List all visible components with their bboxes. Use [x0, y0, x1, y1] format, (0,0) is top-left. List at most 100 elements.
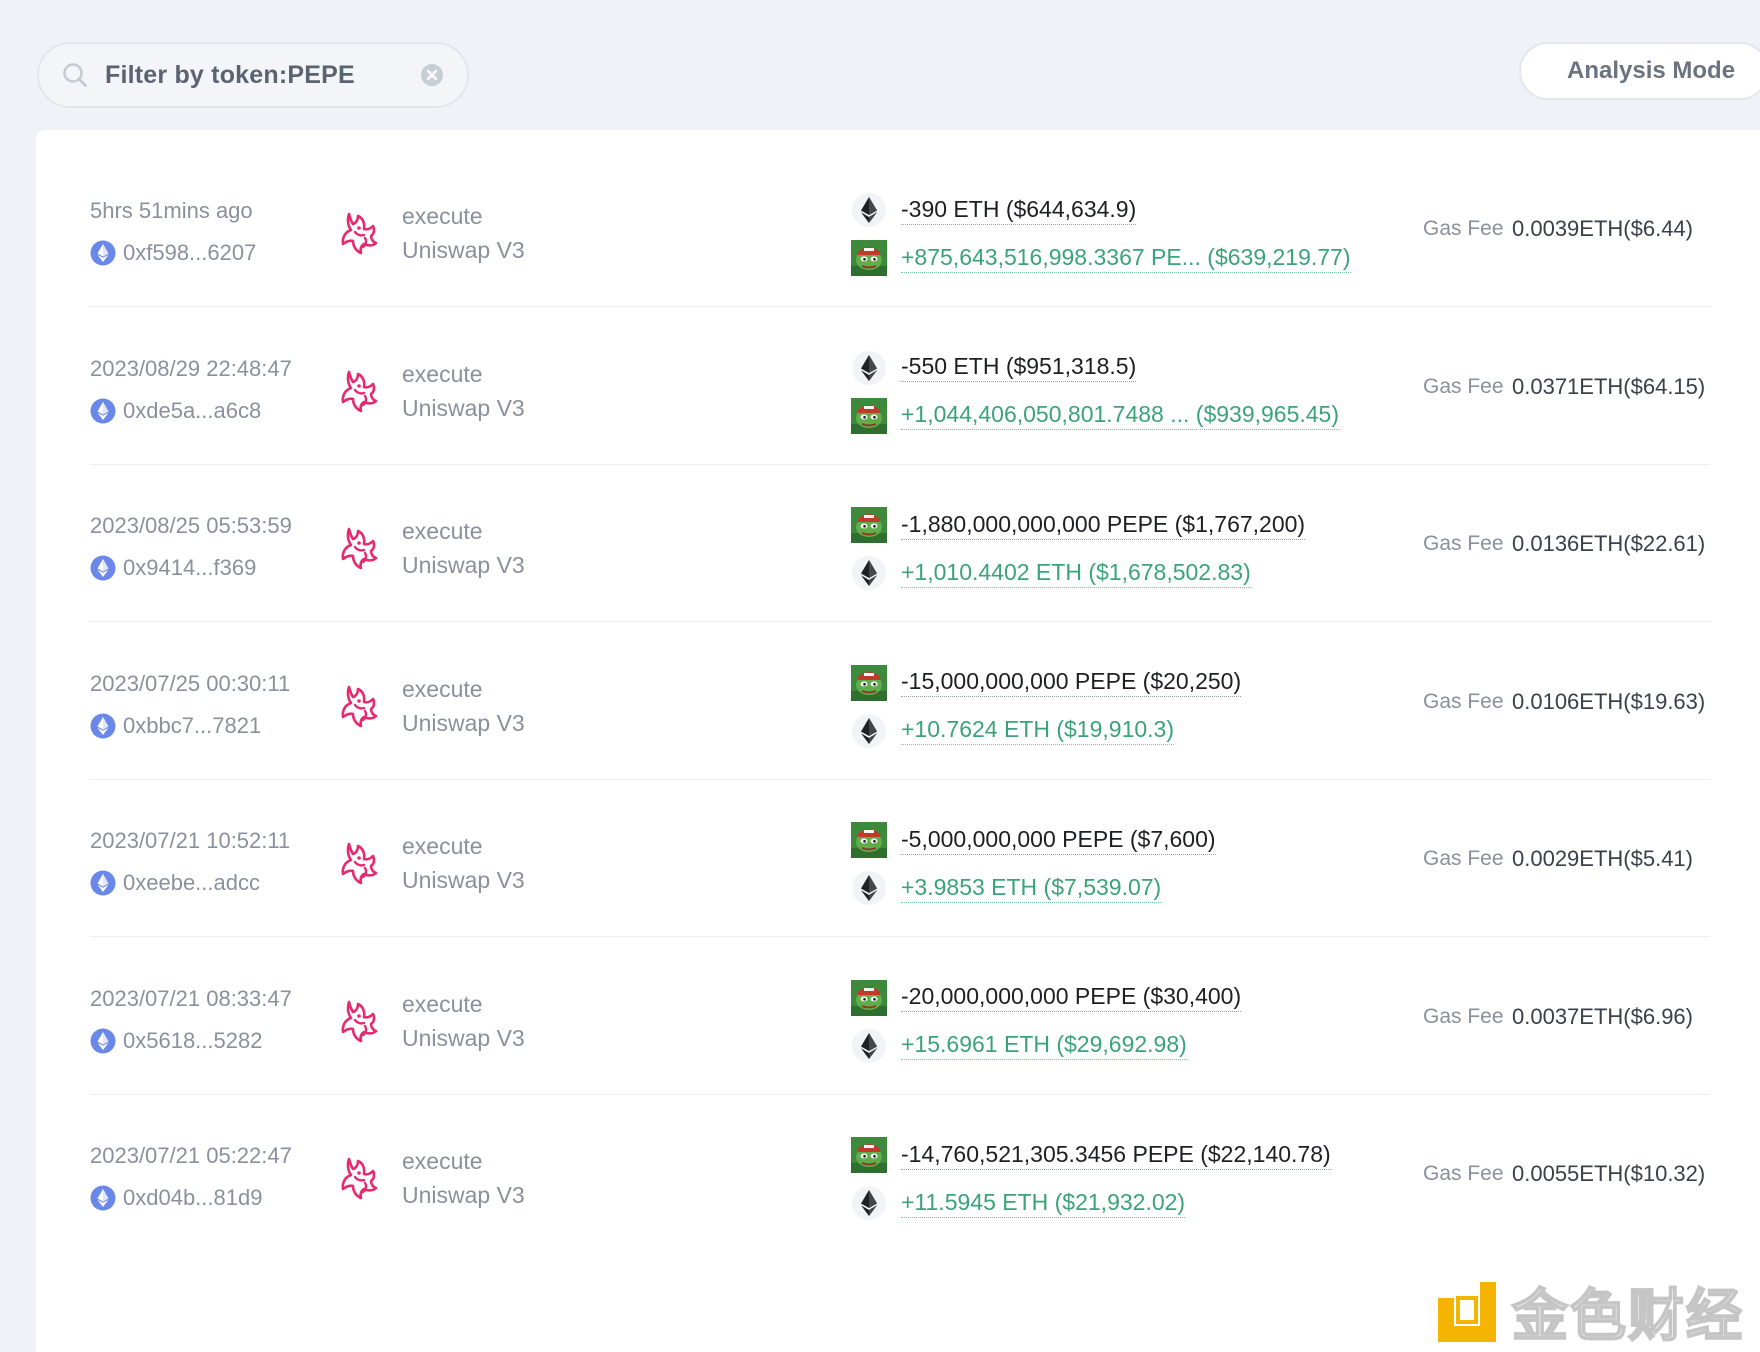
eth-icon: [851, 1185, 887, 1221]
transaction-time: 2023/07/21 05:22:47: [90, 1143, 292, 1168]
transaction-hash-link[interactable]: 0xbbc7...7821: [90, 713, 261, 739]
ethereum-chain-icon: [90, 1028, 116, 1054]
transaction-time: 2023/08/29 22:48:47: [90, 355, 292, 381]
search-input[interactable]: Filter by token:PEPE: [105, 61, 419, 90]
transaction-hash-link[interactable]: 0xeebe...adcc: [90, 870, 260, 896]
transfer-out: -550 ETH ($951,318.5): [851, 350, 1137, 386]
token-filter-search[interactable]: Filter by token:PEPE: [37, 42, 469, 108]
transfer-in: +11.5945 ETH ($21,932.02): [851, 1185, 1186, 1221]
transaction-row[interactable]: 2023/07/21 05:22:47 0xd04b...81d9 execut…: [90, 1075, 1710, 1252]
transaction-hash[interactable]: 0xbbc7...7821: [123, 713, 261, 739]
amount-in[interactable]: +1,044,406,050,801.7488 ... ($939,965.45…: [901, 401, 1340, 430]
transfer-out: -15,000,000,000 PEPE ($20,250): [851, 665, 1242, 701]
transaction-hash-link[interactable]: 0xde5a...a6c8: [90, 398, 261, 424]
transaction-time: 2023/07/21 08:33:47: [90, 985, 292, 1011]
transfer-out: -5,000,000,000 PEPE ($7,600): [851, 822, 1216, 858]
gas-fee-value: 0.0106ETH($19.63): [1512, 688, 1706, 714]
amount-in[interactable]: +15.6961 ETH ($29,692.98): [901, 1031, 1187, 1060]
transaction-hash[interactable]: 0xd04b...81d9: [123, 1185, 262, 1211]
analysis-mode-button[interactable]: Analysis Mode: [1519, 42, 1760, 100]
transaction-row[interactable]: 5hrs 51mins ago 0xf598...6207 execute Un…: [90, 130, 1710, 307]
ethereum-chain-icon: [90, 713, 116, 739]
transaction-hash[interactable]: 0xde5a...a6c8: [123, 398, 261, 424]
page: Filter by token:PEPE Analysis Mode 5hrs …: [0, 0, 1760, 1352]
amount-out[interactable]: -14,760,521,305.3456 PEPE ($22,140.78): [901, 1141, 1331, 1170]
transaction-hash-link[interactable]: 0x5618...5282: [90, 1028, 262, 1054]
clear-filter-icon[interactable]: [419, 62, 445, 88]
amount-in[interactable]: +1,010.4402 ETH ($1,678,502.83): [901, 559, 1251, 588]
amount-in[interactable]: +11.5945 ETH ($21,932.02): [901, 1189, 1186, 1218]
amount-out[interactable]: -15,000,000,000 PEPE ($20,250): [901, 668, 1242, 697]
transaction-time: 2023/07/25 00:30:11: [90, 670, 291, 696]
transaction-row[interactable]: 2023/07/21 08:33:47 0x5618...5282 execut…: [90, 918, 1710, 1095]
pepe-icon: [851, 822, 887, 858]
amount-in[interactable]: +3.9853 ETH ($7,539.07): [901, 874, 1162, 903]
eth-icon: [851, 1028, 887, 1064]
amount-in[interactable]: +10.7624 ETH ($19,910.3): [901, 716, 1174, 745]
eth-icon: [851, 192, 887, 228]
uniswap-icon: [337, 838, 381, 886]
transaction-row[interactable]: 2023/07/25 00:30:11 0xbbc7...7821 execut…: [90, 603, 1710, 780]
ethereum-chain-icon: [90, 555, 116, 581]
amount-in[interactable]: +875,643,516,998.3367 PE... ($639,219.77…: [901, 244, 1351, 273]
transaction-row[interactable]: 2023/08/29 22:48:47 0xde5a...a6c8 execut…: [90, 288, 1710, 465]
uniswap-icon: [337, 366, 381, 414]
transaction-row[interactable]: 2023/08/25 05:53:59 0x9414...f369 execut…: [90, 445, 1710, 622]
transaction-hash-link[interactable]: 0x9414...f369: [90, 555, 256, 581]
amount-out[interactable]: -550 ETH ($951,318.5): [901, 353, 1137, 382]
transaction-method: execute: [402, 675, 483, 702]
pepe-icon: [851, 1137, 887, 1173]
gas-fee-label: Gas Fee: [1423, 1162, 1504, 1185]
transaction-time: 5hrs 51mins ago: [90, 198, 253, 223]
uniswap-icon: [337, 208, 381, 256]
protocol-name: Uniswap V3: [402, 394, 525, 421]
uniswap-icon: [337, 681, 381, 729]
transfer-out: -390 ETH ($644,634.9): [851, 192, 1137, 228]
pepe-icon: [851, 665, 887, 701]
transfer-in: +875,643,516,998.3367 PE... ($639,219.77…: [851, 240, 1351, 276]
transaction-method: execute: [402, 1148, 483, 1174]
transfer-in: +15.6961 ETH ($29,692.98): [851, 1028, 1187, 1064]
ethereum-chain-icon: [90, 398, 116, 424]
pepe-icon: [851, 507, 887, 543]
gas-fee-label: Gas Fee: [1423, 217, 1504, 240]
transaction-hash[interactable]: 0x9414...f369: [123, 555, 256, 581]
transaction-hash[interactable]: 0x5618...5282: [123, 1028, 262, 1054]
transaction-row[interactable]: 2023/07/21 10:52:11 0xeebe...adcc execut…: [90, 760, 1710, 937]
amount-out[interactable]: -1,880,000,000,000 PEPE ($1,767,200): [901, 511, 1306, 540]
transaction-method: execute: [402, 518, 483, 544]
search-icon: [63, 63, 87, 87]
transaction-hash[interactable]: 0xf598...6207: [123, 240, 256, 266]
gas-fee-label: Gas Fee: [1423, 374, 1504, 398]
transaction-hash[interactable]: 0xeebe...adcc: [123, 870, 260, 896]
gas-fee-value: 0.0136ETH($22.61): [1512, 531, 1706, 556]
protocol-name: Uniswap V3: [402, 1024, 525, 1051]
transaction-hash-link[interactable]: 0xd04b...81d9: [90, 1185, 262, 1211]
ethereum-chain-icon: [90, 240, 116, 266]
uniswap-icon: [337, 1153, 381, 1201]
eth-icon: [851, 350, 887, 386]
protocol-name: Uniswap V3: [402, 867, 525, 893]
protocol-name: Uniswap V3: [402, 709, 525, 736]
ethereum-chain-icon: [90, 1185, 116, 1211]
uniswap-icon: [337, 996, 381, 1044]
eth-icon: [851, 870, 887, 906]
transaction-hash-link[interactable]: 0xf598...6207: [90, 240, 256, 266]
ethereum-chain-icon: [90, 870, 116, 896]
amount-out[interactable]: -390 ETH ($644,634.9): [901, 196, 1137, 225]
uniswap-icon: [337, 523, 381, 571]
gas-fee-value: 0.0039ETH($6.44): [1512, 216, 1693, 241]
amount-out[interactable]: -5,000,000,000 PEPE ($7,600): [901, 826, 1216, 855]
eth-icon: [851, 713, 887, 749]
transaction-time: 2023/07/21 10:52:11: [90, 828, 291, 853]
gas-fee-label: Gas Fee: [1423, 689, 1504, 713]
amount-out[interactable]: -20,000,000,000 PEPE ($30,400): [901, 983, 1242, 1012]
transactions-card: 5hrs 51mins ago 0xf598...6207 execute Un…: [36, 130, 1760, 1352]
protocol-name: Uniswap V3: [402, 237, 525, 263]
transaction-method: execute: [402, 833, 483, 859]
gas-fee-label: Gas Fee: [1423, 847, 1504, 870]
transaction-method: execute: [402, 360, 483, 387]
gas-fee-value: 0.0029ETH($5.41): [1512, 846, 1693, 871]
gas-fee-label: Gas Fee: [1423, 532, 1504, 555]
pepe-icon: [851, 980, 887, 1016]
